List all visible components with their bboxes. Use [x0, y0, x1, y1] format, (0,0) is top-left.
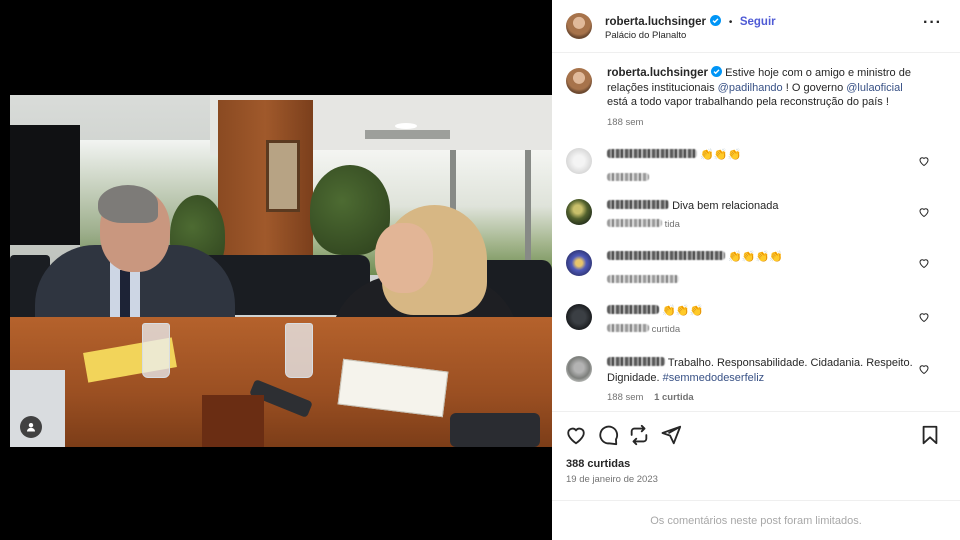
- caption-timestamp[interactable]: 188 sem: [607, 117, 643, 128]
- caption-text: está a todo vapor trabalhando pela recon…: [607, 96, 889, 108]
- username-link[interactable]: roberta.luchsinger: [605, 16, 706, 28]
- comment-text: Trabalho. Responsabilidade. Cidadania. R…: [607, 356, 917, 385]
- photo-ceiling-light: [395, 123, 417, 129]
- photo-desk-phone: [450, 413, 540, 447]
- comment-body: Diva bem relacionada: [672, 200, 779, 212]
- comment-meta-text: curtida: [651, 324, 681, 335]
- post-date[interactable]: 19 de janeiro de 2023: [566, 474, 658, 485]
- comments-limited-notice: Os comentários neste post foram limitado…: [552, 500, 960, 540]
- heart-icon[interactable]: [565, 424, 587, 446]
- avatar[interactable]: [566, 148, 592, 174]
- caption-username[interactable]: roberta.luchsinger: [607, 67, 708, 79]
- tagged-user-icon[interactable]: [20, 416, 42, 438]
- comment-meta: tida: [607, 219, 680, 230]
- likes-count[interactable]: 388 curtidas: [566, 458, 630, 470]
- avatar[interactable]: [566, 304, 592, 330]
- blurred-username[interactable]: [607, 200, 669, 209]
- heart-icon[interactable]: [918, 311, 930, 323]
- post-actions-section: 388 curtidas 19 de janeiro de 2023 Os co…: [552, 411, 960, 540]
- verified-badge-icon: [710, 15, 722, 26]
- header-separator: •: [728, 17, 733, 28]
- follow-button[interactable]: Seguir: [740, 16, 776, 28]
- mention-link[interactable]: @padilhando: [718, 82, 783, 94]
- caption-text: ! O governo: [782, 81, 847, 94]
- comment-icon[interactable]: [597, 424, 619, 446]
- verified-badge-icon: [711, 66, 723, 77]
- photo-tv-screen: [10, 125, 80, 245]
- blurred-username[interactable]: [607, 305, 659, 314]
- comment-meta: 188 sem 1 curtida: [607, 392, 694, 403]
- comment-meta: [607, 168, 649, 186]
- comment-meta: curtida: [607, 324, 680, 335]
- photo-wall-frame: [266, 140, 300, 212]
- heart-icon[interactable]: [918, 155, 930, 167]
- heart-icon[interactable]: [918, 206, 930, 218]
- photo-water-glass: [285, 323, 313, 378]
- photo-woman-face: [375, 223, 433, 293]
- post-details-panel: roberta.luchsinger • Seguir Palácio do P…: [552, 0, 960, 540]
- blurred-meta: [607, 275, 679, 283]
- heart-icon[interactable]: [918, 257, 930, 269]
- heart-icon[interactable]: [918, 363, 930, 375]
- avatar[interactable]: [566, 250, 592, 276]
- avatar[interactable]: [566, 199, 592, 225]
- comment-timestamp[interactable]: 188 sem: [607, 392, 643, 403]
- blurred-meta: [607, 173, 649, 181]
- comment-likes[interactable]: 1 curtida: [654, 392, 694, 403]
- hashtag-link[interactable]: #semmedodeserfeliz: [663, 372, 765, 384]
- blurred-username[interactable]: [607, 251, 725, 260]
- post-media-pane: [0, 0, 552, 540]
- post-header: roberta.luchsinger • Seguir Palácio do P…: [552, 0, 960, 53]
- repost-icon[interactable]: [628, 424, 650, 446]
- post-caption: roberta.luchsinger Estive hoje com o ami…: [607, 66, 917, 110]
- comment-text: 👏👏👏👏: [607, 250, 917, 265]
- blurred-meta: [607, 219, 662, 227]
- photo-water-glass: [142, 323, 170, 378]
- comment-text: Diva bem relacionada: [607, 199, 917, 214]
- more-dots-icon[interactable]: ···: [923, 14, 942, 32]
- photo-pen-cup: [202, 395, 264, 447]
- bookmark-icon[interactable]: [919, 424, 941, 446]
- comment-body: 👏👏👏: [700, 149, 742, 161]
- comment-text: 👏👏👏: [607, 304, 917, 319]
- comment-meta-text: tida: [664, 219, 680, 230]
- avatar[interactable]: [566, 68, 592, 94]
- blurred-username[interactable]: [607, 149, 697, 158]
- avatar[interactable]: [566, 356, 592, 382]
- blurred-username[interactable]: [607, 357, 665, 366]
- comment-text: 👏👏👏: [607, 148, 917, 163]
- mention-link[interactable]: @lulaoficial: [846, 82, 902, 94]
- post-photo[interactable]: [10, 95, 552, 447]
- photo-vent: [365, 130, 450, 139]
- photo-window-mullion: [525, 150, 531, 275]
- instagram-post-view: roberta.luchsinger • Seguir Palácio do P…: [0, 0, 960, 540]
- comment-body: 👏👏👏👏: [728, 251, 783, 263]
- share-icon[interactable]: [660, 424, 682, 446]
- avatar[interactable]: [566, 13, 592, 39]
- photo-man-hair: [98, 185, 158, 223]
- comment-body: 👏👏👏: [662, 305, 704, 317]
- comment-meta: [607, 270, 679, 288]
- blurred-meta: [607, 324, 649, 332]
- location-link[interactable]: Palácio do Planalto: [605, 30, 686, 41]
- post-header-line: roberta.luchsinger • Seguir: [605, 12, 776, 30]
